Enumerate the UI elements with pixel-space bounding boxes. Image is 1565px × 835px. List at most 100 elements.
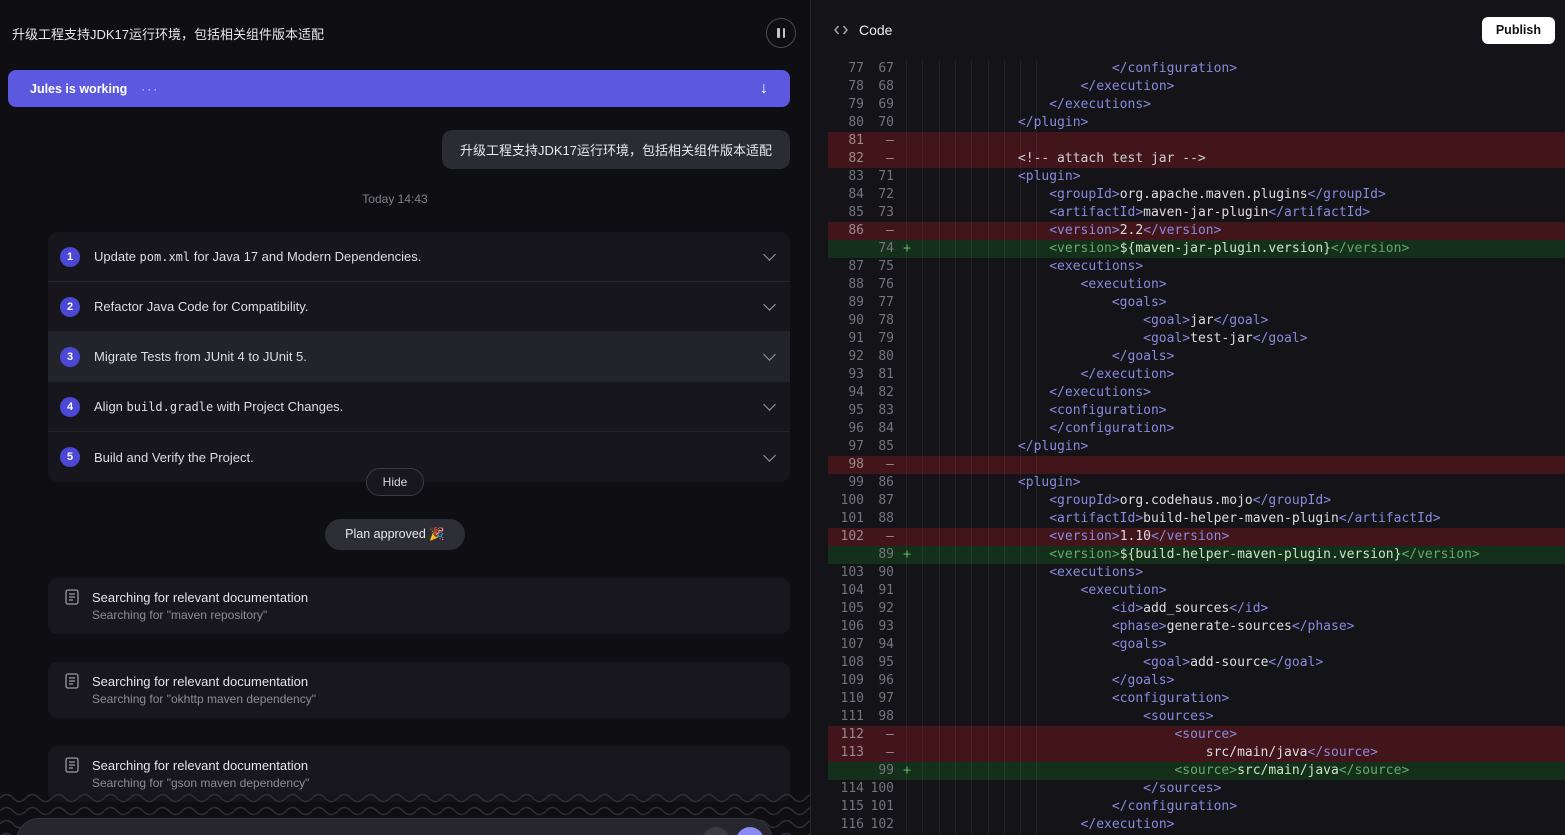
chevron-down-icon[interactable] xyxy=(763,298,776,311)
line-number-new: 68 xyxy=(870,78,900,96)
code-text xyxy=(914,456,1565,474)
activity-card[interactable]: Searching for relevant documentationSear… xyxy=(48,662,790,718)
diff-marker xyxy=(900,258,914,276)
diff-line-del: 113— src/main/java</source> xyxy=(828,744,1565,762)
line-number-old: 83 xyxy=(828,168,870,186)
line-number-new: 96 xyxy=(870,672,900,690)
diff-line-add: 74+ <version>${maven-jar-plugin.version}… xyxy=(828,240,1565,258)
diff-marker xyxy=(900,312,914,330)
code-text: <goals> xyxy=(914,294,1565,312)
plan-step-3[interactable]: 3Migrate Tests from JUnit 4 to JUnit 5. xyxy=(48,332,790,382)
line-number-new: 83 xyxy=(870,402,900,420)
line-number-new: 99 xyxy=(870,762,900,780)
code-text: <configuration> xyxy=(914,690,1565,708)
send-button[interactable] xyxy=(736,827,764,835)
line-number-old: 108 xyxy=(828,654,870,672)
diff-line-ctx: 7969 </executions> xyxy=(828,96,1565,114)
line-number-new: 97 xyxy=(870,690,900,708)
plan-step-1[interactable]: 1Update pom.xml for Java 17 and Modern D… xyxy=(48,232,790,282)
chevron-down-icon[interactable] xyxy=(763,248,776,261)
code-text: <groupId>org.codehaus.mojo</groupId> xyxy=(914,492,1565,510)
line-number-new: — xyxy=(870,528,900,546)
document-icon xyxy=(64,588,80,611)
diff-marker xyxy=(900,114,914,132)
diff-marker xyxy=(900,348,914,366)
code-text: </goals> xyxy=(914,672,1565,690)
publish-button[interactable]: Publish xyxy=(1482,17,1555,44)
diff-line-ctx: 8070 </plugin> xyxy=(828,114,1565,132)
tab-code[interactable]: Code xyxy=(859,22,892,38)
line-number-old: 87 xyxy=(828,258,870,276)
user-message: 升级工程支持JDK17运行环境，包括相关组件版本适配 xyxy=(442,130,790,169)
status-text: Jules is working xyxy=(30,82,127,96)
step-number-badge: 4 xyxy=(60,397,80,417)
app-root: 升级工程支持JDK17运行环境，包括相关组件版本适配 Jules is work… xyxy=(0,0,1565,835)
line-number-old: 110 xyxy=(828,690,870,708)
chevron-down-icon[interactable] xyxy=(763,398,776,411)
line-number-new: 72 xyxy=(870,186,900,204)
diff-marker xyxy=(900,456,914,474)
code-icon xyxy=(833,23,849,37)
line-number-old: 92 xyxy=(828,348,870,366)
code-text: <goals> xyxy=(914,636,1565,654)
plan-step-4[interactable]: 4Align build.gradle with Project Changes… xyxy=(48,382,790,432)
line-number-new: 90 xyxy=(870,564,900,582)
diff-line-add: 89+ <version>${build-helper-maven-plugin… xyxy=(828,546,1565,564)
line-number-new: 74 xyxy=(870,240,900,258)
message-input[interactable] xyxy=(16,818,773,835)
code-text: <goal>jar</goal> xyxy=(914,312,1565,330)
line-number-new: 81 xyxy=(870,366,900,384)
code-text: <phase>generate-sources</phase> xyxy=(914,618,1565,636)
diff-line-ctx: 9684 </configuration> xyxy=(828,420,1565,438)
line-number-new: 92 xyxy=(870,600,900,618)
line-number-old: 116 xyxy=(828,816,870,834)
arrow-down-icon[interactable]: ↓ xyxy=(760,81,768,97)
line-number-old: 93 xyxy=(828,366,870,384)
code-text: <source> xyxy=(914,726,1565,744)
line-number-old xyxy=(828,240,870,258)
code-text: <groupId>org.apache.maven.plugins</group… xyxy=(914,186,1565,204)
activity-text: Searching for relevant documentationSear… xyxy=(92,590,308,622)
chevron-down-icon[interactable] xyxy=(763,449,776,462)
line-number-new: 71 xyxy=(870,168,900,186)
hide-button[interactable]: Hide xyxy=(366,468,425,496)
code-text: <version>${maven-jar-plugin.version}</ve… xyxy=(914,240,1565,258)
diff-marker xyxy=(900,672,914,690)
code-text xyxy=(914,132,1565,150)
line-number-old: 115 xyxy=(828,798,870,816)
line-number-old: 100 xyxy=(828,492,870,510)
diff-marker xyxy=(900,492,914,510)
line-number-old: 103 xyxy=(828,564,870,582)
line-number-new: 94 xyxy=(870,636,900,654)
chevron-down-icon[interactable] xyxy=(763,348,776,361)
code-text: <goal>test-jar</goal> xyxy=(914,330,1565,348)
diff-marker xyxy=(900,420,914,438)
plan-steps: 1Update pom.xml for Java 17 and Modern D… xyxy=(48,232,790,482)
line-number-old: 90 xyxy=(828,312,870,330)
plan-step-2[interactable]: 2Refactor Java Code for Compatibility. xyxy=(48,282,790,332)
code-text: </configuration> xyxy=(914,420,1565,438)
diff-line-ctx: 10491 <execution> xyxy=(828,582,1565,600)
diff-marker: + xyxy=(900,546,914,564)
line-number-old: 84 xyxy=(828,186,870,204)
voice-button[interactable] xyxy=(702,827,730,835)
activity-card[interactable]: Searching for relevant documentationSear… xyxy=(48,746,790,802)
task-title: 升级工程支持JDK17运行环境，包括相关组件版本适配 xyxy=(12,24,712,43)
chat-panel: 升级工程支持JDK17运行环境，包括相关组件版本适配 Jules is work… xyxy=(0,0,810,835)
diff-line-ctx: 9078 <goal>jar</goal> xyxy=(828,312,1565,330)
diff-line-del: 98— xyxy=(828,456,1565,474)
diff-marker xyxy=(900,798,914,816)
code-text: </configuration> xyxy=(914,798,1565,816)
line-number-old: 91 xyxy=(828,330,870,348)
code-text: </executions> xyxy=(914,96,1565,114)
diff-marker xyxy=(900,708,914,726)
plan-approved-wrap: Plan approved 🎉 xyxy=(0,519,790,550)
step-label: Refactor Java Code for Compatibility. xyxy=(94,299,308,314)
line-number-old: 77 xyxy=(828,60,870,78)
status-banner[interactable]: Jules is working ··· ↓ xyxy=(8,70,790,107)
activity-text: Searching for relevant documentationSear… xyxy=(92,758,309,790)
diff-line-ctx: 10087 <groupId>org.codehaus.mojo</groupI… xyxy=(828,492,1565,510)
diff-line-del: 112— <source> xyxy=(828,726,1565,744)
activity-card[interactable]: Searching for relevant documentationSear… xyxy=(48,578,790,634)
pause-button[interactable] xyxy=(766,18,796,48)
